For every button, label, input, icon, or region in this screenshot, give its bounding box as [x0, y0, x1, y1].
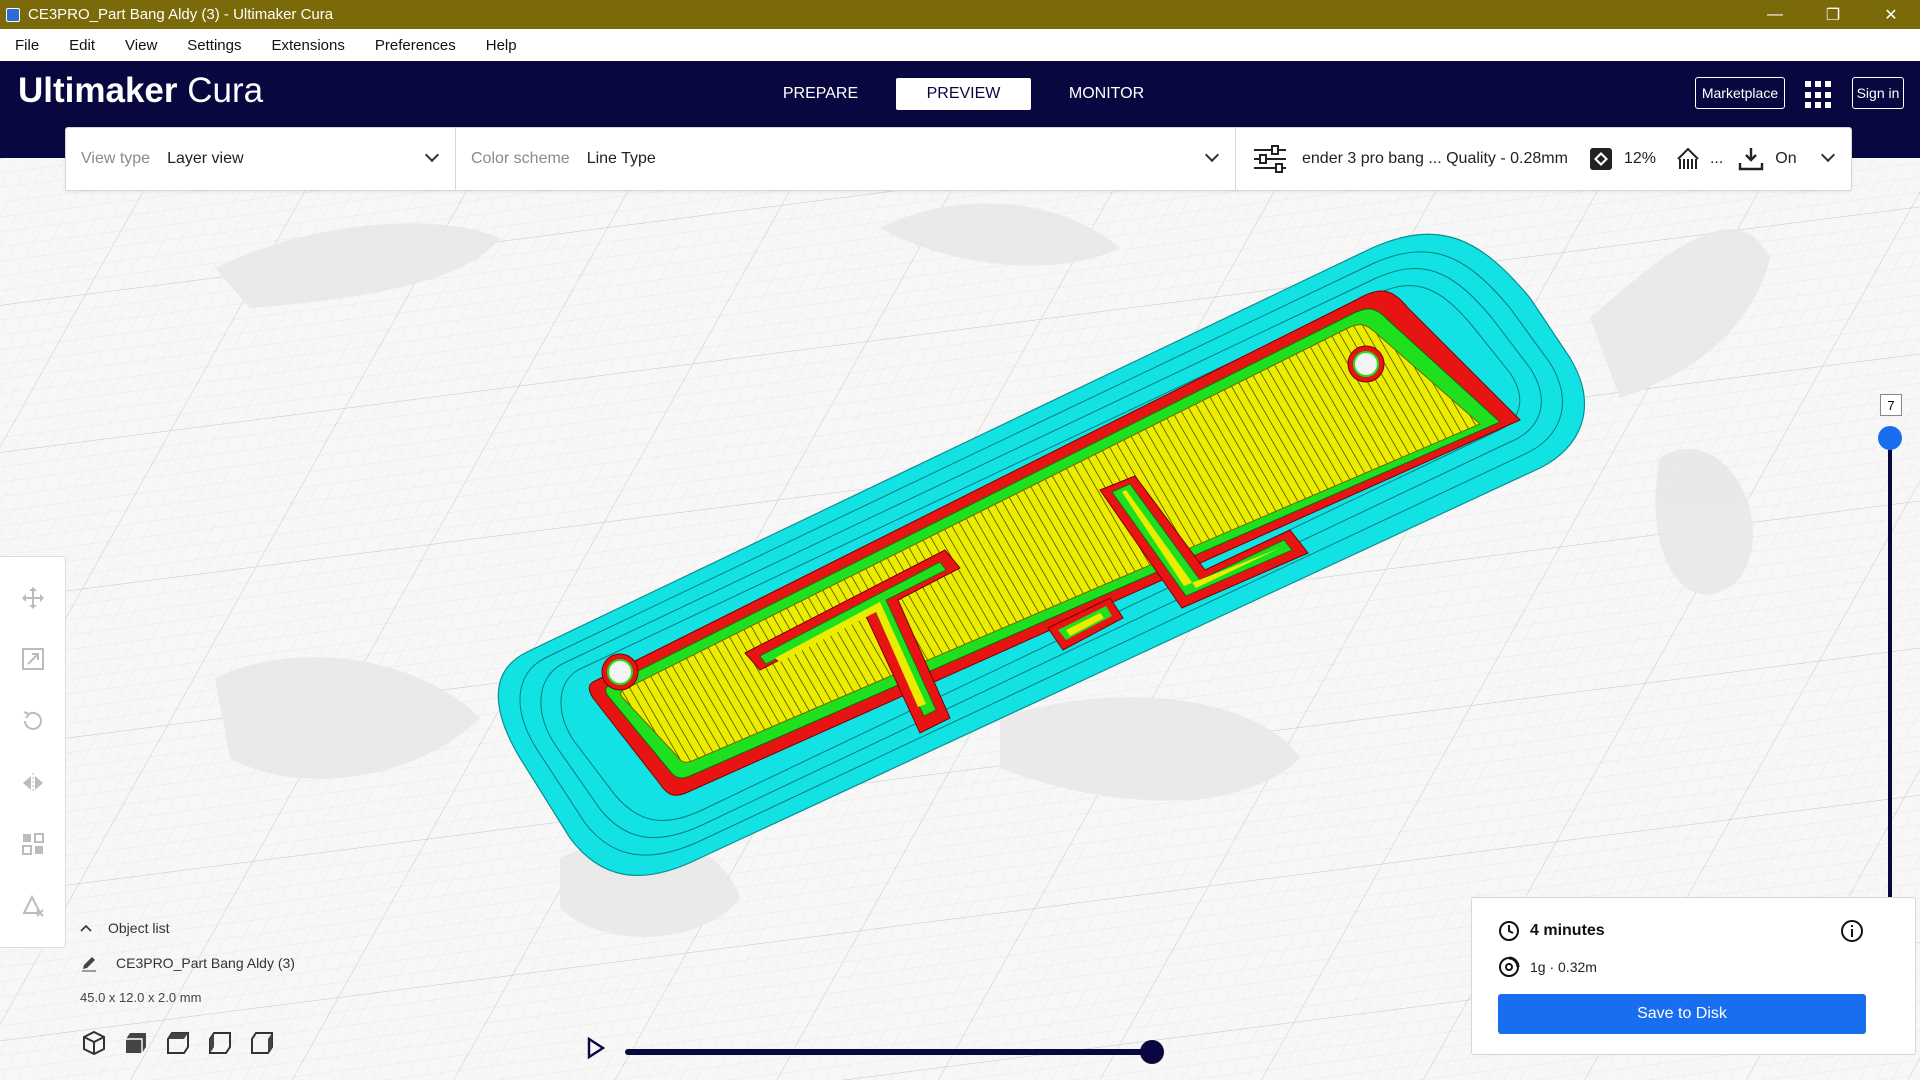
adhesion-icon — [1739, 148, 1764, 171]
layer-slider-track[interactable] — [1888, 438, 1892, 966]
cura-logo: Ultimaker Cura — [18, 71, 263, 111]
close-button[interactable]: ✕ — [1862, 0, 1920, 29]
camera-view-buttons — [80, 1029, 295, 1057]
print-time: 4 minutes — [1530, 922, 1605, 939]
print-settings-selector[interactable]: ender 3 pro bang ... Quality - 0.28mm 12… — [1236, 128, 1851, 190]
menu-settings[interactable]: Settings — [172, 37, 256, 54]
print-info-panel: 4 minutes 1g · 0.32m Save to Disk — [1471, 897, 1916, 1055]
save-to-disk-button[interactable]: Save to Disk — [1498, 994, 1866, 1034]
support-blocker-icon[interactable] — [18, 891, 48, 921]
play-simulation-button[interactable] — [585, 1036, 607, 1065]
chevron-down-icon — [1204, 147, 1220, 163]
logo-light: Cura — [187, 71, 264, 110]
view-type-label: View type — [81, 150, 151, 167]
view-toolbar: View type Layer view Color scheme Line T… — [65, 127, 1852, 191]
play-icon — [587, 1036, 606, 1060]
object-list-header: Object list — [108, 920, 170, 936]
material-usage: 1g · 0.32m — [1530, 959, 1597, 975]
object-list-panel: Object list CE3PRO_Part Bang Aldy (3) 45… — [80, 920, 295, 1057]
minimize-button[interactable]: — — [1746, 0, 1804, 29]
clock-icon — [1499, 921, 1519, 941]
tab-preview[interactable]: PREVIEW — [896, 78, 1031, 110]
color-scheme-label: Color scheme — [471, 150, 570, 167]
stage-tabs: PREPARE PREVIEW MONITOR — [753, 78, 1182, 110]
view-type-value: Layer view — [167, 150, 244, 167]
tab-prepare[interactable]: PREPARE — [753, 78, 888, 110]
menu-preferences[interactable]: Preferences — [360, 37, 471, 54]
left-view-icon[interactable] — [206, 1029, 234, 1057]
top-view-icon[interactable] — [164, 1029, 192, 1057]
marketplace-button[interactable]: Marketplace — [1695, 77, 1785, 109]
restore-button[interactable]: ❐ — [1804, 0, 1862, 29]
window-titlebar: CE3PRO_Part Bang Aldy (3) - Ultimaker Cu… — [0, 0, 1920, 29]
support-value: ... — [1709, 150, 1724, 167]
menu-file[interactable]: File — [0, 37, 54, 54]
object-list-item[interactable]: CE3PRO_Part Bang Aldy (3) — [80, 954, 295, 972]
chevron-up-icon — [80, 924, 92, 932]
cura-app-icon — [6, 7, 20, 22]
front-view-icon[interactable] — [122, 1029, 150, 1057]
logo-bold: Ultimaker — [18, 71, 178, 110]
menu-bar: File Edit View Settings Extensions Prefe… — [0, 29, 1920, 61]
object-list-toggle[interactable]: Object list — [80, 920, 295, 936]
object-dimensions: 45.0 x 12.0 x 2.0 mm — [80, 990, 202, 1005]
settings-sliders-icon — [1254, 145, 1286, 173]
per-model-settings-icon[interactable] — [18, 829, 48, 859]
current-layer-number[interactable]: 7 — [1880, 394, 1902, 416]
layer-slider-top-handle[interactable] — [1878, 426, 1902, 450]
move-tool-icon[interactable] — [18, 583, 48, 613]
tool-panel — [0, 556, 66, 948]
menu-view[interactable]: View — [110, 37, 172, 54]
sign-in-button[interactable]: Sign in — [1852, 77, 1904, 109]
quality-profile-text: ender 3 pro bang ... Quality - 0.28mm — [1302, 150, 1568, 167]
tab-monitor[interactable]: MONITOR — [1039, 78, 1174, 110]
3d-view-icon[interactable] — [80, 1029, 108, 1057]
color-scheme-selector[interactable]: Color scheme Line Type — [456, 128, 1236, 190]
infill-percent: 12% — [1623, 150, 1656, 167]
filament-spool-icon — [1499, 956, 1520, 977]
chevron-down-icon — [1820, 147, 1836, 163]
support-icon — [1677, 147, 1699, 169]
pencil-icon — [82, 957, 96, 972]
adhesion-value: On — [1775, 150, 1797, 167]
right-view-icon[interactable] — [248, 1029, 276, 1057]
mirror-tool-icon[interactable] — [18, 768, 48, 798]
path-slider-handle[interactable] — [1140, 1040, 1164, 1064]
apps-grid-icon[interactable] — [1805, 81, 1833, 109]
rotate-tool-icon[interactable] — [18, 706, 48, 736]
object-name: CE3PRO_Part Bang Aldy (3) — [116, 955, 295, 971]
color-scheme-value: Line Type — [586, 150, 656, 167]
view-type-selector[interactable]: View type Layer view — [66, 128, 456, 190]
menu-extensions[interactable]: Extensions — [256, 37, 359, 54]
path-slider-track[interactable] — [625, 1049, 1152, 1055]
menu-help[interactable]: Help — [471, 37, 532, 54]
menu-edit[interactable]: Edit — [54, 37, 110, 54]
infill-icon — [1589, 148, 1612, 170]
chevron-down-icon — [424, 147, 440, 163]
info-icon[interactable] — [1840, 919, 1864, 943]
scale-tool-icon[interactable] — [18, 644, 48, 674]
window-title: CE3PRO_Part Bang Aldy (3) - Ultimaker Cu… — [28, 6, 334, 23]
